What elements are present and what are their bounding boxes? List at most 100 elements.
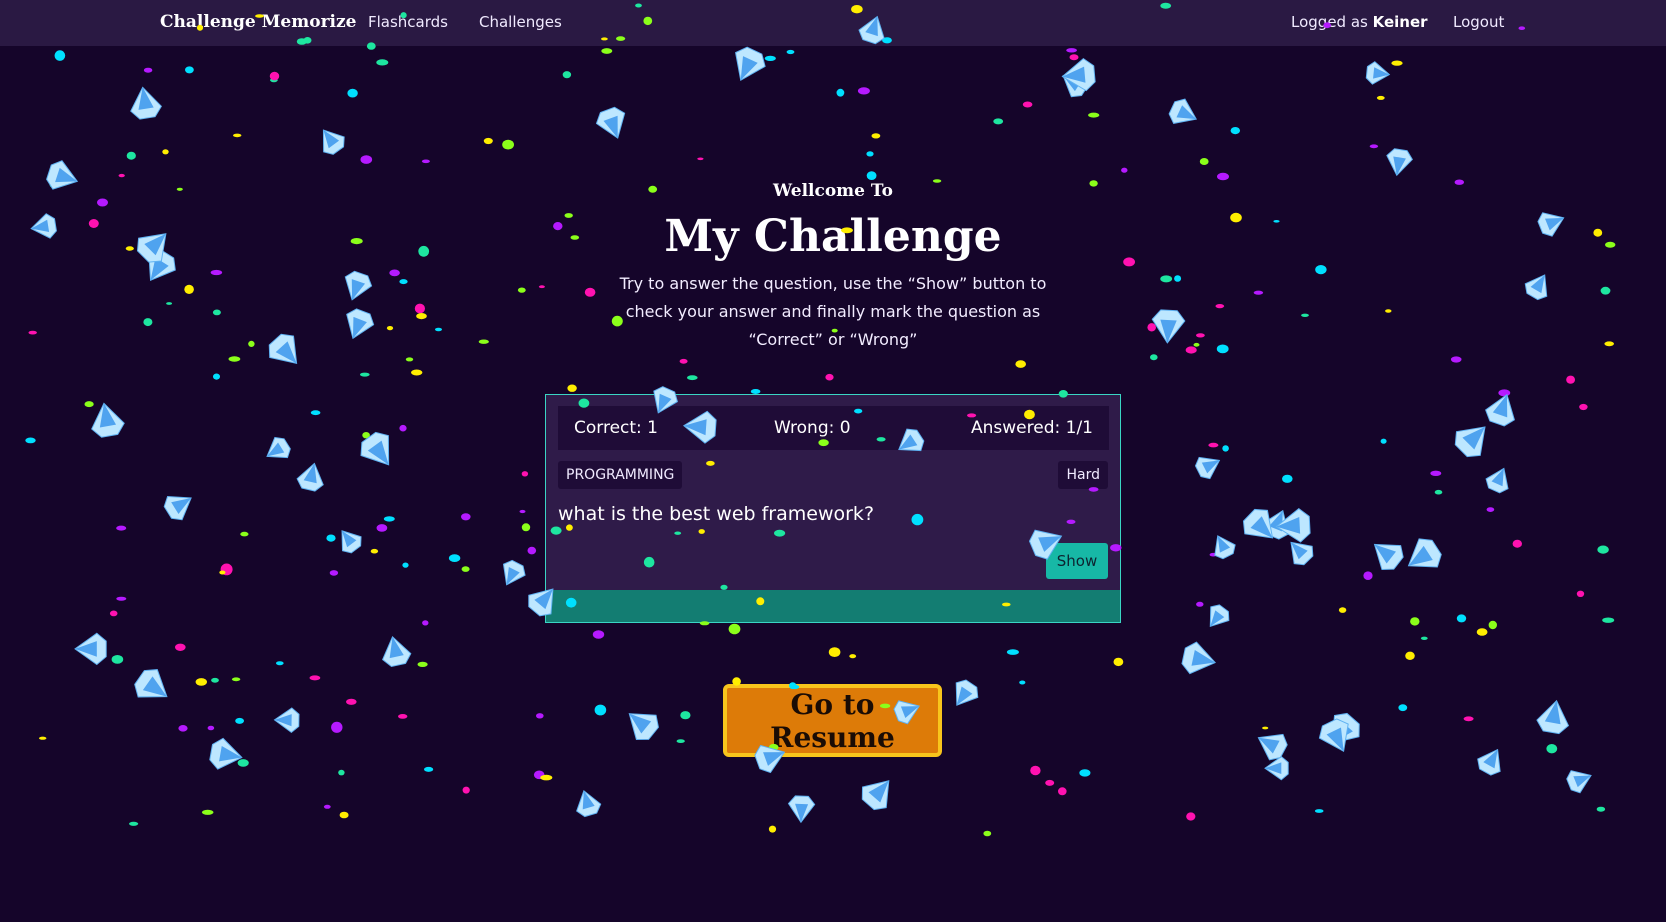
confetti-dot-icon bbox=[331, 721, 343, 733]
confetti-dot-icon bbox=[1209, 552, 1217, 557]
confetti-dot-icon bbox=[360, 155, 373, 164]
confetti-dot-icon bbox=[25, 437, 36, 444]
confetti-dot-icon bbox=[414, 303, 425, 314]
confetti-dot-icon bbox=[527, 546, 537, 555]
confetti-dot-icon bbox=[1596, 806, 1606, 812]
diamond-icon bbox=[735, 46, 766, 81]
confetti-dot-icon bbox=[1045, 779, 1055, 786]
confetti-dot-icon bbox=[502, 139, 514, 150]
diamond-icon bbox=[344, 270, 373, 301]
confetti-dot-icon bbox=[421, 159, 430, 164]
confetti-dot-icon bbox=[764, 55, 776, 62]
confetti-dot-icon bbox=[849, 654, 857, 659]
nav-link-challenges[interactable]: Challenges bbox=[479, 13, 562, 31]
diamond-icon bbox=[628, 713, 659, 741]
confetti-dot-icon bbox=[1160, 275, 1173, 283]
confetti-dot-icon bbox=[347, 88, 358, 98]
diamond-icon bbox=[1209, 604, 1230, 628]
diamond-icon bbox=[1386, 148, 1413, 177]
confetti-dot-icon bbox=[1006, 649, 1019, 655]
confetti-dot-icon bbox=[836, 88, 845, 97]
confetti-dot-icon bbox=[435, 327, 442, 332]
confetti-dot-icon bbox=[276, 661, 284, 666]
confetti-dot-icon bbox=[1215, 304, 1225, 309]
confetti-dot-icon bbox=[680, 711, 691, 720]
brand-link[interactable]: Challenge Memorize bbox=[160, 12, 356, 32]
confetti-dot-icon bbox=[233, 133, 242, 138]
confetti-dot-icon bbox=[1363, 571, 1373, 580]
confetti-dot-icon bbox=[1488, 620, 1498, 630]
confetti-dot-icon bbox=[1315, 265, 1327, 275]
diamond-icon bbox=[1168, 98, 1198, 124]
confetti-dot-icon bbox=[983, 830, 992, 837]
confetti-dot-icon bbox=[601, 48, 613, 54]
diamond-icon bbox=[1290, 541, 1314, 566]
confetti-dot-icon bbox=[562, 71, 572, 79]
diamond-icon bbox=[576, 789, 602, 818]
confetti-dot-icon bbox=[679, 358, 688, 364]
confetti-dot-icon bbox=[1410, 617, 1420, 626]
logged-user-label: Logged as Keiner bbox=[1291, 13, 1428, 31]
confetti-dot-icon bbox=[687, 375, 698, 381]
confetti-dot-icon bbox=[389, 269, 400, 277]
question-card: Correct: 1 Wrong: 0 Answered: 1/1 PROGRA… bbox=[545, 394, 1121, 623]
nav-link-flashcards[interactable]: Flashcards bbox=[368, 13, 448, 31]
diamond-icon bbox=[1242, 508, 1274, 539]
confetti-dot-icon bbox=[360, 372, 370, 377]
confetti-dot-icon bbox=[1314, 809, 1324, 813]
confetti-dot-icon bbox=[211, 677, 219, 683]
confetti-dot-icon bbox=[1380, 438, 1387, 444]
diamond-icon bbox=[595, 106, 626, 139]
confetti-dot-icon bbox=[1174, 275, 1182, 282]
confetti-dot-icon bbox=[1602, 617, 1615, 623]
confetti-dot-icon bbox=[231, 677, 241, 682]
show-answer-button[interactable]: Show bbox=[1046, 543, 1108, 579]
logout-link[interactable]: Logout bbox=[1453, 13, 1504, 31]
confetti-dot-icon bbox=[786, 49, 795, 55]
diamond-icon bbox=[955, 679, 979, 706]
diamond-icon bbox=[1454, 426, 1486, 458]
confetti-dot-icon bbox=[338, 769, 345, 776]
diamond-icon bbox=[74, 632, 107, 666]
diamond-icon bbox=[1485, 467, 1509, 494]
confetti-dot-icon bbox=[118, 173, 125, 178]
confetti-dot-icon bbox=[416, 313, 427, 320]
page-title: My Challenge bbox=[664, 211, 1002, 262]
confetti-dot-icon bbox=[461, 513, 471, 521]
confetti-dot-icon bbox=[84, 401, 94, 408]
confetti-dot-icon bbox=[1597, 545, 1609, 554]
confetti-dot-icon bbox=[538, 285, 545, 289]
confetti-dot-icon bbox=[1546, 744, 1558, 754]
confetti-dot-icon bbox=[1015, 360, 1026, 368]
confetti-dot-icon bbox=[126, 151, 136, 160]
confetti-dot-icon bbox=[1022, 101, 1033, 108]
confetti-dot-icon bbox=[1088, 112, 1100, 118]
confetti-dot-icon bbox=[993, 118, 1004, 125]
diamond-icon bbox=[322, 129, 345, 155]
confetti-dot-icon bbox=[871, 133, 881, 139]
confetti-dot-icon bbox=[310, 410, 321, 416]
confetti-dot-icon bbox=[1604, 341, 1614, 347]
confetti-dot-icon bbox=[399, 424, 407, 432]
confetti-dot-icon bbox=[857, 87, 870, 95]
confetti-dot-icon bbox=[1079, 769, 1091, 777]
confetti-dot-icon bbox=[376, 59, 389, 66]
confetti-dot-icon bbox=[594, 704, 607, 716]
diamond-icon bbox=[1194, 456, 1221, 480]
confetti-dot-icon bbox=[517, 287, 526, 293]
confetti-dot-icon bbox=[309, 675, 321, 681]
diamond-icon bbox=[130, 86, 163, 120]
confetti-dot-icon bbox=[116, 596, 127, 601]
confetti-dot-icon bbox=[540, 774, 553, 781]
confetti-dot-icon bbox=[178, 725, 188, 732]
confetti-dot-icon bbox=[212, 309, 221, 316]
confetti-dot-icon bbox=[1391, 60, 1403, 66]
confetti-dot-icon bbox=[1420, 636, 1428, 640]
navbar: Challenge Memorize Flashcards Challenges… bbox=[0, 0, 1666, 46]
confetti-dot-icon bbox=[220, 563, 233, 576]
confetti-dot-icon bbox=[697, 157, 704, 161]
go-to-resume-button[interactable]: Go to Resume bbox=[723, 684, 942, 757]
confetti-dot-icon bbox=[39, 736, 47, 740]
confetti-dot-icon bbox=[1196, 601, 1204, 607]
confetti-dot-icon bbox=[417, 661, 428, 668]
